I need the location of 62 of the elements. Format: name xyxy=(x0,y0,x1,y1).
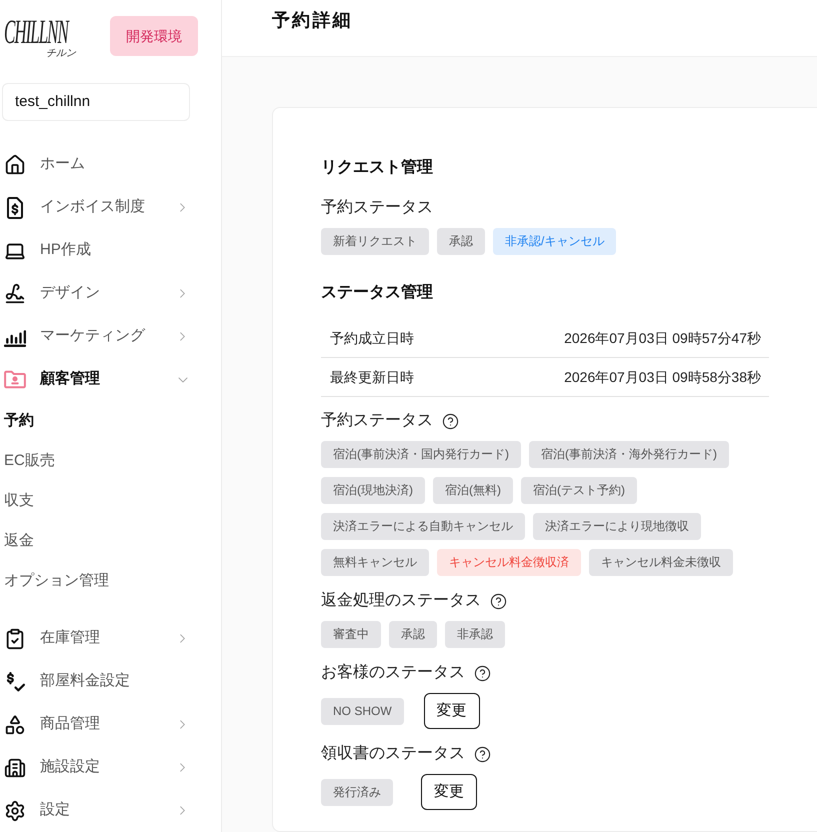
status-tag[interactable]: 宿泊(テスト予約) xyxy=(521,477,637,504)
table-value: 2026年07月03日 09時57分47秒 xyxy=(564,329,762,348)
help-icon[interactable] xyxy=(474,664,491,682)
table-value: 2026年07月03日 09時58分38秒 xyxy=(564,368,762,387)
status-tag[interactable]: 新着リクエスト xyxy=(321,228,429,255)
nav-item[interactable]: 部屋料金設定 xyxy=(0,660,221,703)
status-tag[interactable]: 審査中 xyxy=(321,621,381,648)
account-box[interactable]: test_chillnn xyxy=(2,83,190,121)
nav-subitem[interactable]: EC販売 xyxy=(0,441,221,481)
help-icon[interactable] xyxy=(442,412,459,430)
status-tag[interactable]: 決済エラーによる自動キャンセル xyxy=(321,513,525,540)
nav-item[interactable]: 商品管理 xyxy=(0,703,221,746)
status-tag[interactable]: 承認 xyxy=(389,621,437,648)
status-tag[interactable]: 承認 xyxy=(437,228,485,255)
nav-item[interactable]: 施設設定 xyxy=(0,746,221,789)
status-label: 予約ステータス xyxy=(321,198,433,218)
nav-subitem[interactable]: 予約 xyxy=(0,401,221,441)
nav-subitem[interactable]: オプション管理 xyxy=(0,561,221,601)
status-tag[interactable]: 宿泊(事前決済・国内発行カード) xyxy=(321,441,521,468)
logo-kana: チルン xyxy=(46,48,76,60)
status-tag[interactable]: NO SHOW xyxy=(321,698,404,724)
nav-item[interactable]: 顧客管理 xyxy=(0,358,221,401)
dollar-check-icon xyxy=(4,672,26,692)
change-button[interactable]: 変更 xyxy=(421,774,477,810)
status-tag[interactable]: 宿泊(現地決済) xyxy=(321,477,425,504)
home-icon xyxy=(4,154,26,176)
nav-item[interactable]: マーケティング xyxy=(0,315,221,358)
nav-item[interactable]: インボイス制度 xyxy=(0,186,221,229)
building-icon xyxy=(4,756,26,778)
nav-subitem[interactable]: 収支 xyxy=(0,481,221,521)
status-label: 領収書のステータス xyxy=(321,744,465,764)
status-tag[interactable]: キャンセル料金未徴収 xyxy=(589,549,733,576)
status-label: 予約ステータス xyxy=(321,411,433,431)
nav-item[interactable]: ホーム xyxy=(0,143,221,186)
status-tag[interactable]: 発行済み xyxy=(321,778,393,806)
clipboard-check-icon xyxy=(4,628,26,650)
status-tag[interactable]: 非承認 xyxy=(445,621,505,648)
nav-subitem[interactable]: 返金 xyxy=(0,521,221,561)
status-tag[interactable]: 宿泊(事前決済・海外発行カード) xyxy=(529,441,729,468)
status-tag[interactable]: 宿泊(無料) xyxy=(433,477,513,504)
folder-person-icon xyxy=(4,370,26,389)
dollar-document-icon xyxy=(4,196,26,218)
status-tag[interactable]: 決済エラーにより現地徴収 xyxy=(533,513,701,540)
settings-icon xyxy=(4,800,26,822)
nav-item[interactable]: 在庫管理 xyxy=(0,617,221,660)
table-label: 最終更新日時 xyxy=(329,368,414,387)
pen-squiggle-icon xyxy=(4,282,26,304)
status-label: 返金処理のステータス xyxy=(321,590,481,611)
section-heading: リクエスト管理 xyxy=(321,158,434,178)
page-title: 予約詳細 xyxy=(272,9,353,32)
nav-item[interactable]: HP作成 xyxy=(0,229,221,272)
help-icon[interactable] xyxy=(490,592,507,610)
section-heading: ステータス管理 xyxy=(321,282,434,303)
nav-item[interactable]: 設定 xyxy=(0,789,221,832)
nav-item[interactable]: デザイン xyxy=(0,272,221,315)
change-button[interactable]: 変更 xyxy=(424,693,480,729)
status-tag[interactable]: 無料キャンセル xyxy=(321,549,429,576)
status-label: お客様のステータス xyxy=(321,662,465,683)
help-icon[interactable] xyxy=(474,746,491,762)
environment-badge: 開発環境 xyxy=(110,16,198,56)
shapes-icon xyxy=(4,714,26,736)
table-label: 予約成立日時 xyxy=(329,329,414,348)
